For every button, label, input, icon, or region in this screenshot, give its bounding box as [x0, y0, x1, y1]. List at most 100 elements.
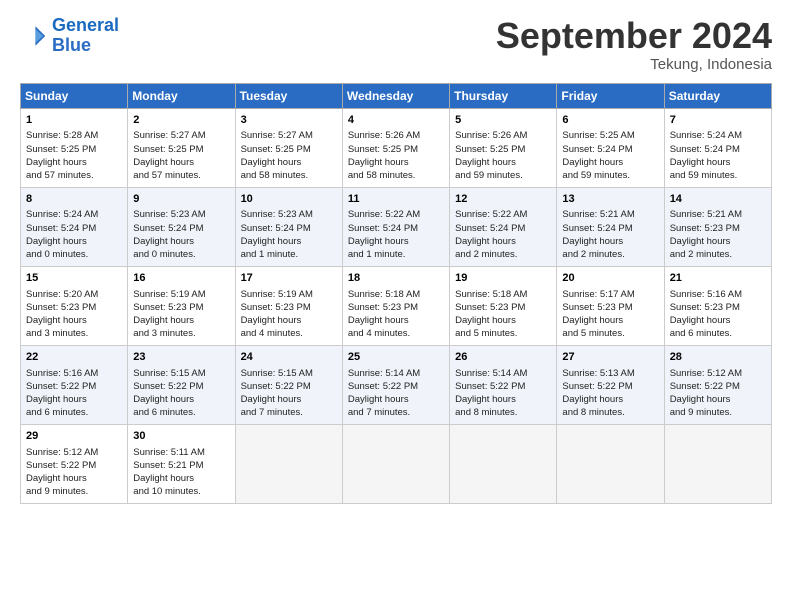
day-number: 20	[562, 271, 658, 286]
day-info: Sunrise: 5:26 AM Sunset: 5:25 PM Dayligh…	[455, 129, 551, 182]
col-header-saturday: Saturday	[664, 83, 771, 108]
day-number: 13	[562, 192, 658, 207]
day-number: 17	[241, 271, 337, 286]
day-info: Sunrise: 5:19 AM Sunset: 5:23 PM Dayligh…	[241, 288, 337, 341]
day-info: Sunrise: 5:15 AM Sunset: 5:22 PM Dayligh…	[133, 367, 229, 420]
day-info: Sunrise: 5:21 AM Sunset: 5:24 PM Dayligh…	[562, 208, 658, 261]
calendar-cell: 19 Sunrise: 5:18 AM Sunset: 5:23 PM Dayl…	[450, 266, 557, 345]
day-number: 3	[241, 113, 337, 128]
calendar-cell: 21 Sunrise: 5:16 AM Sunset: 5:23 PM Dayl…	[664, 266, 771, 345]
location-subtitle: Tekung, Indonesia	[496, 56, 772, 73]
col-header-wednesday: Wednesday	[342, 83, 449, 108]
header: General Blue September 2024 Tekung, Indo…	[20, 16, 772, 73]
day-info: Sunrise: 5:16 AM Sunset: 5:22 PM Dayligh…	[26, 367, 122, 420]
calendar-cell	[664, 424, 771, 503]
day-number: 7	[670, 113, 766, 128]
calendar-cell: 29 Sunrise: 5:12 AM Sunset: 5:22 PM Dayl…	[21, 424, 128, 503]
day-number: 30	[133, 429, 229, 444]
day-number: 25	[348, 350, 444, 365]
day-info: Sunrise: 5:14 AM Sunset: 5:22 PM Dayligh…	[455, 367, 551, 420]
day-info: Sunrise: 5:19 AM Sunset: 5:23 PM Dayligh…	[133, 288, 229, 341]
calendar-cell: 8 Sunrise: 5:24 AM Sunset: 5:24 PM Dayli…	[21, 187, 128, 266]
day-info: Sunrise: 5:22 AM Sunset: 5:24 PM Dayligh…	[455, 208, 551, 261]
calendar-cell	[342, 424, 449, 503]
calendar-table: SundayMondayTuesdayWednesdayThursdayFrid…	[20, 83, 772, 504]
day-info: Sunrise: 5:22 AM Sunset: 5:24 PM Dayligh…	[348, 208, 444, 261]
day-number: 6	[562, 113, 658, 128]
calendar-cell: 11 Sunrise: 5:22 AM Sunset: 5:24 PM Dayl…	[342, 187, 449, 266]
day-info: Sunrise: 5:23 AM Sunset: 5:24 PM Dayligh…	[241, 208, 337, 261]
day-number: 21	[670, 271, 766, 286]
day-info: Sunrise: 5:14 AM Sunset: 5:22 PM Dayligh…	[348, 367, 444, 420]
col-header-friday: Friday	[557, 83, 664, 108]
calendar-cell: 22 Sunrise: 5:16 AM Sunset: 5:22 PM Dayl…	[21, 345, 128, 424]
day-info: Sunrise: 5:24 AM Sunset: 5:24 PM Dayligh…	[26, 208, 122, 261]
calendar-cell: 26 Sunrise: 5:14 AM Sunset: 5:22 PM Dayl…	[450, 345, 557, 424]
day-info: Sunrise: 5:24 AM Sunset: 5:24 PM Dayligh…	[670, 129, 766, 182]
day-info: Sunrise: 5:18 AM Sunset: 5:23 PM Dayligh…	[455, 288, 551, 341]
day-info: Sunrise: 5:16 AM Sunset: 5:23 PM Dayligh…	[670, 288, 766, 341]
calendar-cell: 24 Sunrise: 5:15 AM Sunset: 5:22 PM Dayl…	[235, 345, 342, 424]
calendar-cell: 10 Sunrise: 5:23 AM Sunset: 5:24 PM Dayl…	[235, 187, 342, 266]
calendar-cell	[557, 424, 664, 503]
calendar-cell: 13 Sunrise: 5:21 AM Sunset: 5:24 PM Dayl…	[557, 187, 664, 266]
calendar-cell: 25 Sunrise: 5:14 AM Sunset: 5:22 PM Dayl…	[342, 345, 449, 424]
day-number: 23	[133, 350, 229, 365]
day-number: 18	[348, 271, 444, 286]
day-info: Sunrise: 5:17 AM Sunset: 5:23 PM Dayligh…	[562, 288, 658, 341]
calendar-cell	[235, 424, 342, 503]
day-number: 27	[562, 350, 658, 365]
day-info: Sunrise: 5:26 AM Sunset: 5:25 PM Dayligh…	[348, 129, 444, 182]
day-info: Sunrise: 5:11 AM Sunset: 5:21 PM Dayligh…	[133, 446, 229, 499]
calendar-cell: 27 Sunrise: 5:13 AM Sunset: 5:22 PM Dayl…	[557, 345, 664, 424]
calendar-cell: 18 Sunrise: 5:18 AM Sunset: 5:23 PM Dayl…	[342, 266, 449, 345]
day-info: Sunrise: 5:23 AM Sunset: 5:24 PM Dayligh…	[133, 208, 229, 261]
calendar-cell: 30 Sunrise: 5:11 AM Sunset: 5:21 PM Dayl…	[128, 424, 235, 503]
day-number: 9	[133, 192, 229, 207]
day-info: Sunrise: 5:12 AM Sunset: 5:22 PM Dayligh…	[670, 367, 766, 420]
calendar-cell: 16 Sunrise: 5:19 AM Sunset: 5:23 PM Dayl…	[128, 266, 235, 345]
month-title: September 2024	[496, 16, 772, 56]
calendar-cell	[450, 424, 557, 503]
calendar-cell: 3 Sunrise: 5:27 AM Sunset: 5:25 PM Dayli…	[235, 108, 342, 187]
calendar-cell: 12 Sunrise: 5:22 AM Sunset: 5:24 PM Dayl…	[450, 187, 557, 266]
col-header-tuesday: Tuesday	[235, 83, 342, 108]
day-number: 26	[455, 350, 551, 365]
col-header-monday: Monday	[128, 83, 235, 108]
day-info: Sunrise: 5:27 AM Sunset: 5:25 PM Dayligh…	[241, 129, 337, 182]
calendar-cell: 15 Sunrise: 5:20 AM Sunset: 5:23 PM Dayl…	[21, 266, 128, 345]
calendar-cell: 28 Sunrise: 5:12 AM Sunset: 5:22 PM Dayl…	[664, 345, 771, 424]
day-number: 10	[241, 192, 337, 207]
calendar-cell: 20 Sunrise: 5:17 AM Sunset: 5:23 PM Dayl…	[557, 266, 664, 345]
calendar-cell: 6 Sunrise: 5:25 AM Sunset: 5:24 PM Dayli…	[557, 108, 664, 187]
col-header-sunday: Sunday	[21, 83, 128, 108]
day-info: Sunrise: 5:15 AM Sunset: 5:22 PM Dayligh…	[241, 367, 337, 420]
calendar-cell: 9 Sunrise: 5:23 AM Sunset: 5:24 PM Dayli…	[128, 187, 235, 266]
calendar-cell: 1 Sunrise: 5:28 AM Sunset: 5:25 PM Dayli…	[21, 108, 128, 187]
day-number: 15	[26, 271, 122, 286]
day-number: 1	[26, 113, 122, 128]
calendar-cell: 23 Sunrise: 5:15 AM Sunset: 5:22 PM Dayl…	[128, 345, 235, 424]
day-number: 5	[455, 113, 551, 128]
day-info: Sunrise: 5:13 AM Sunset: 5:22 PM Dayligh…	[562, 367, 658, 420]
day-number: 24	[241, 350, 337, 365]
calendar-cell: 4 Sunrise: 5:26 AM Sunset: 5:25 PM Dayli…	[342, 108, 449, 187]
day-info: Sunrise: 5:18 AM Sunset: 5:23 PM Dayligh…	[348, 288, 444, 341]
day-info: Sunrise: 5:21 AM Sunset: 5:23 PM Dayligh…	[670, 208, 766, 261]
day-number: 28	[670, 350, 766, 365]
day-info: Sunrise: 5:25 AM Sunset: 5:24 PM Dayligh…	[562, 129, 658, 182]
page: General Blue September 2024 Tekung, Indo…	[0, 0, 792, 612]
title-block: September 2024 Tekung, Indonesia	[496, 16, 772, 73]
day-number: 19	[455, 271, 551, 286]
day-number: 14	[670, 192, 766, 207]
logo-icon	[20, 22, 48, 50]
day-number: 22	[26, 350, 122, 365]
calendar-cell: 14 Sunrise: 5:21 AM Sunset: 5:23 PM Dayl…	[664, 187, 771, 266]
logo: General Blue	[20, 16, 119, 56]
col-header-thursday: Thursday	[450, 83, 557, 108]
day-info: Sunrise: 5:27 AM Sunset: 5:25 PM Dayligh…	[133, 129, 229, 182]
day-number: 8	[26, 192, 122, 207]
day-info: Sunrise: 5:20 AM Sunset: 5:23 PM Dayligh…	[26, 288, 122, 341]
day-number: 16	[133, 271, 229, 286]
day-number: 29	[26, 429, 122, 444]
